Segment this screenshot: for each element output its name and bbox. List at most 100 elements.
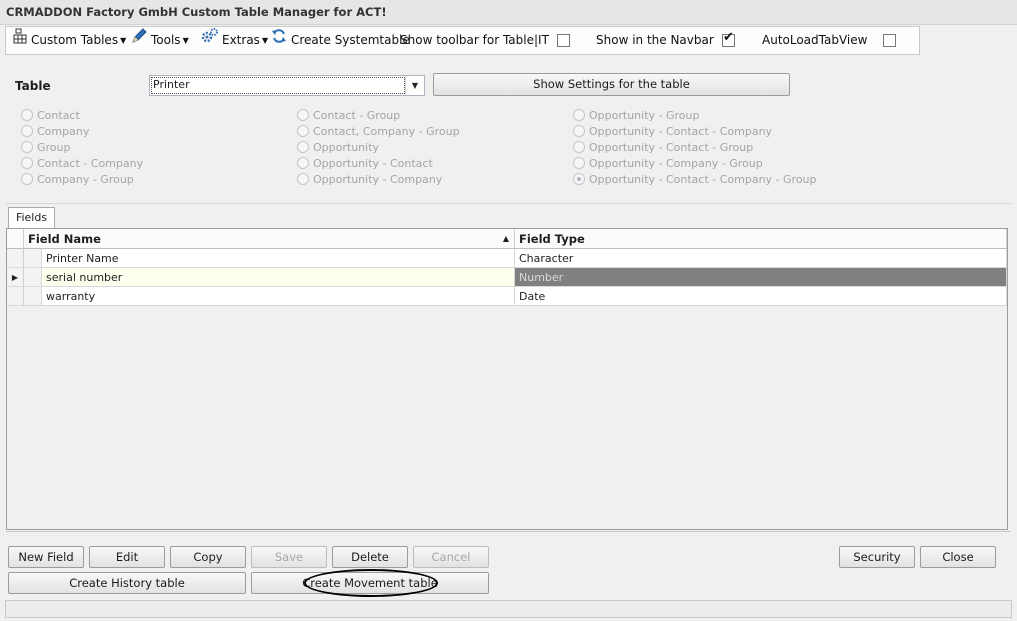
- custom-tables-label: Custom Tables: [31, 33, 119, 47]
- pen-icon: [131, 27, 147, 54]
- radio-option-label: Contact - Company: [37, 157, 144, 170]
- cell-field-type[interactable]: Character: [515, 249, 1007, 268]
- radio-option-label: Opportunity - Company - Group: [589, 157, 763, 170]
- autoload-label: AutoLoadTabView: [762, 33, 868, 47]
- show-toolbar-checkbox[interactable]: [557, 34, 570, 47]
- radio-option-label: Contact: [37, 109, 80, 122]
- create-systemtable-label: Create Systemtable: [291, 33, 410, 47]
- radio-button-icon[interactable]: [573, 141, 585, 153]
- radio-option-label: Group: [37, 141, 71, 154]
- table-select[interactable]: Printer ▼: [149, 75, 425, 96]
- show-navbar-label: Show in the Navbar: [596, 33, 714, 47]
- radio-option[interactable]: Contact: [21, 109, 80, 123]
- edit-button[interactable]: Edit: [89, 546, 165, 568]
- cell-field-name[interactable]: Printer Name: [42, 249, 515, 268]
- column-header-field-type[interactable]: Field Type: [515, 229, 1007, 249]
- row-indicator[interactable]: [7, 249, 24, 268]
- radio-option-label: Company - Group: [37, 173, 134, 186]
- grid-indicator-header: [7, 229, 24, 249]
- radio-option[interactable]: Opportunity - Contact - Group: [573, 141, 753, 155]
- close-button[interactable]: Close: [920, 546, 996, 568]
- tools-menu[interactable]: Tools ▼: [131, 27, 189, 54]
- show-toolbar-label: Show toolbar for Table|IT: [400, 33, 549, 47]
- cell-field-type[interactable]: Date: [515, 287, 1007, 306]
- cancel-button[interactable]: Cancel: [413, 546, 489, 568]
- radio-button-icon[interactable]: [21, 125, 33, 137]
- sort-ascending-icon: ▲: [502, 234, 509, 243]
- radio-option[interactable]: Opportunity - Group: [573, 109, 699, 123]
- gears-icon: [201, 27, 218, 54]
- row-group-gutter: [24, 268, 42, 287]
- create-systemtable-button[interactable]: Create Systemtable: [271, 27, 410, 54]
- radio-button-icon[interactable]: [297, 109, 309, 121]
- radio-option-label: Company: [37, 125, 90, 138]
- radio-option[interactable]: Opportunity - Company - Group: [573, 157, 763, 171]
- radio-option[interactable]: Contact - Company: [21, 157, 143, 171]
- new-field-button[interactable]: New Field: [8, 546, 84, 568]
- delete-button[interactable]: Delete: [332, 546, 408, 568]
- radio-option[interactable]: Contact - Group: [297, 109, 400, 123]
- radio-button-icon[interactable]: [297, 157, 309, 169]
- row-pointer-icon: ▶: [11, 273, 19, 282]
- show-navbar-checkbox[interactable]: ✔: [722, 30, 735, 47]
- radio-option-label: Opportunity - Contact - Group: [589, 141, 754, 154]
- radio-option[interactable]: Company - Group: [21, 173, 134, 187]
- radio-button-icon[interactable]: [297, 173, 309, 185]
- radio-button-icon[interactable]: [21, 157, 33, 169]
- chevron-down-icon: ▼: [120, 36, 127, 45]
- cell-field-type[interactable]: Number: [515, 268, 1007, 287]
- fields-grid: Field Name ▲ Field Type Printer Name Char…: [6, 228, 1008, 530]
- radio-button-icon[interactable]: [21, 173, 33, 185]
- radio-option[interactable]: Opportunity - Contact: [297, 157, 433, 171]
- custom-tables-menu[interactable]: Custom Tables ▼: [13, 27, 126, 54]
- show-settings-button[interactable]: Show Settings for the table: [433, 73, 790, 96]
- cell-field-name[interactable]: serial number: [42, 268, 515, 287]
- radio-button-icon[interactable]: [21, 141, 33, 153]
- radio-option[interactable]: Contact, Company - Group: [297, 125, 460, 139]
- radio-button-icon[interactable]: [573, 173, 585, 185]
- radio-option[interactable]: Opportunity - Contact - Company - Group: [573, 173, 817, 187]
- radio-button-icon[interactable]: [297, 141, 309, 153]
- row-group-gutter: [24, 249, 42, 268]
- create-history-table-button[interactable]: Create History table: [8, 572, 246, 594]
- radio-option-label: Opportunity - Contact - Company - Group: [589, 173, 817, 186]
- radio-option[interactable]: Opportunity - Contact - Company: [573, 125, 772, 139]
- radio-option[interactable]: Opportunity: [297, 141, 379, 155]
- save-button[interactable]: Save: [251, 546, 327, 568]
- radio-option-label: Opportunity - Contact - Company: [589, 125, 773, 138]
- radio-option[interactable]: Company: [21, 125, 89, 139]
- radio-button-icon[interactable]: [573, 157, 585, 169]
- tab-fields[interactable]: Fields: [8, 207, 55, 228]
- chevron-down-icon[interactable]: ▼: [405, 76, 424, 95]
- security-button[interactable]: Security: [839, 546, 915, 568]
- row-indicator[interactable]: ▶: [7, 268, 24, 287]
- radio-option-label: Contact - Group: [313, 109, 401, 122]
- table-label: Table: [15, 79, 51, 93]
- autoload-checkbox[interactable]: [883, 34, 896, 47]
- row-group-gutter: [24, 287, 42, 306]
- radio-button-icon[interactable]: [297, 125, 309, 137]
- status-bar: [5, 600, 1012, 618]
- radio-button-icon[interactable]: [573, 125, 585, 137]
- row-indicator[interactable]: [7, 287, 24, 306]
- tools-label: Tools: [151, 33, 181, 47]
- cell-field-name[interactable]: warranty: [42, 287, 515, 306]
- window-title: CRMADDON Factory GmbH Custom Table Manag…: [6, 5, 387, 19]
- radio-option-label: Opportunity - Contact: [313, 157, 433, 170]
- table-icon: [13, 27, 27, 54]
- divider: [6, 531, 1011, 532]
- extras-menu[interactable]: Extras ▼: [201, 27, 268, 54]
- radio-option-label: Contact, Company - Group: [313, 125, 460, 138]
- title-bar: CRMADDON Factory GmbH Custom Table Manag…: [0, 0, 1017, 25]
- radio-option[interactable]: Opportunity - Company: [297, 173, 442, 187]
- checkmark-icon: ✔: [723, 30, 734, 45]
- radio-option[interactable]: Group: [21, 141, 71, 155]
- column-header-field-name[interactable]: Field Name ▲: [24, 229, 515, 249]
- extras-label: Extras: [222, 33, 260, 47]
- chevron-down-icon: ▼: [182, 36, 189, 45]
- toolbar: Custom Tables ▼ Tools ▼ Extras ▼ Create Sys…: [5, 26, 920, 55]
- copy-button[interactable]: Copy: [170, 546, 246, 568]
- table-select-value: Printer: [153, 78, 190, 91]
- radio-button-icon[interactable]: [573, 109, 585, 121]
- radio-button-icon[interactable]: [21, 109, 33, 121]
